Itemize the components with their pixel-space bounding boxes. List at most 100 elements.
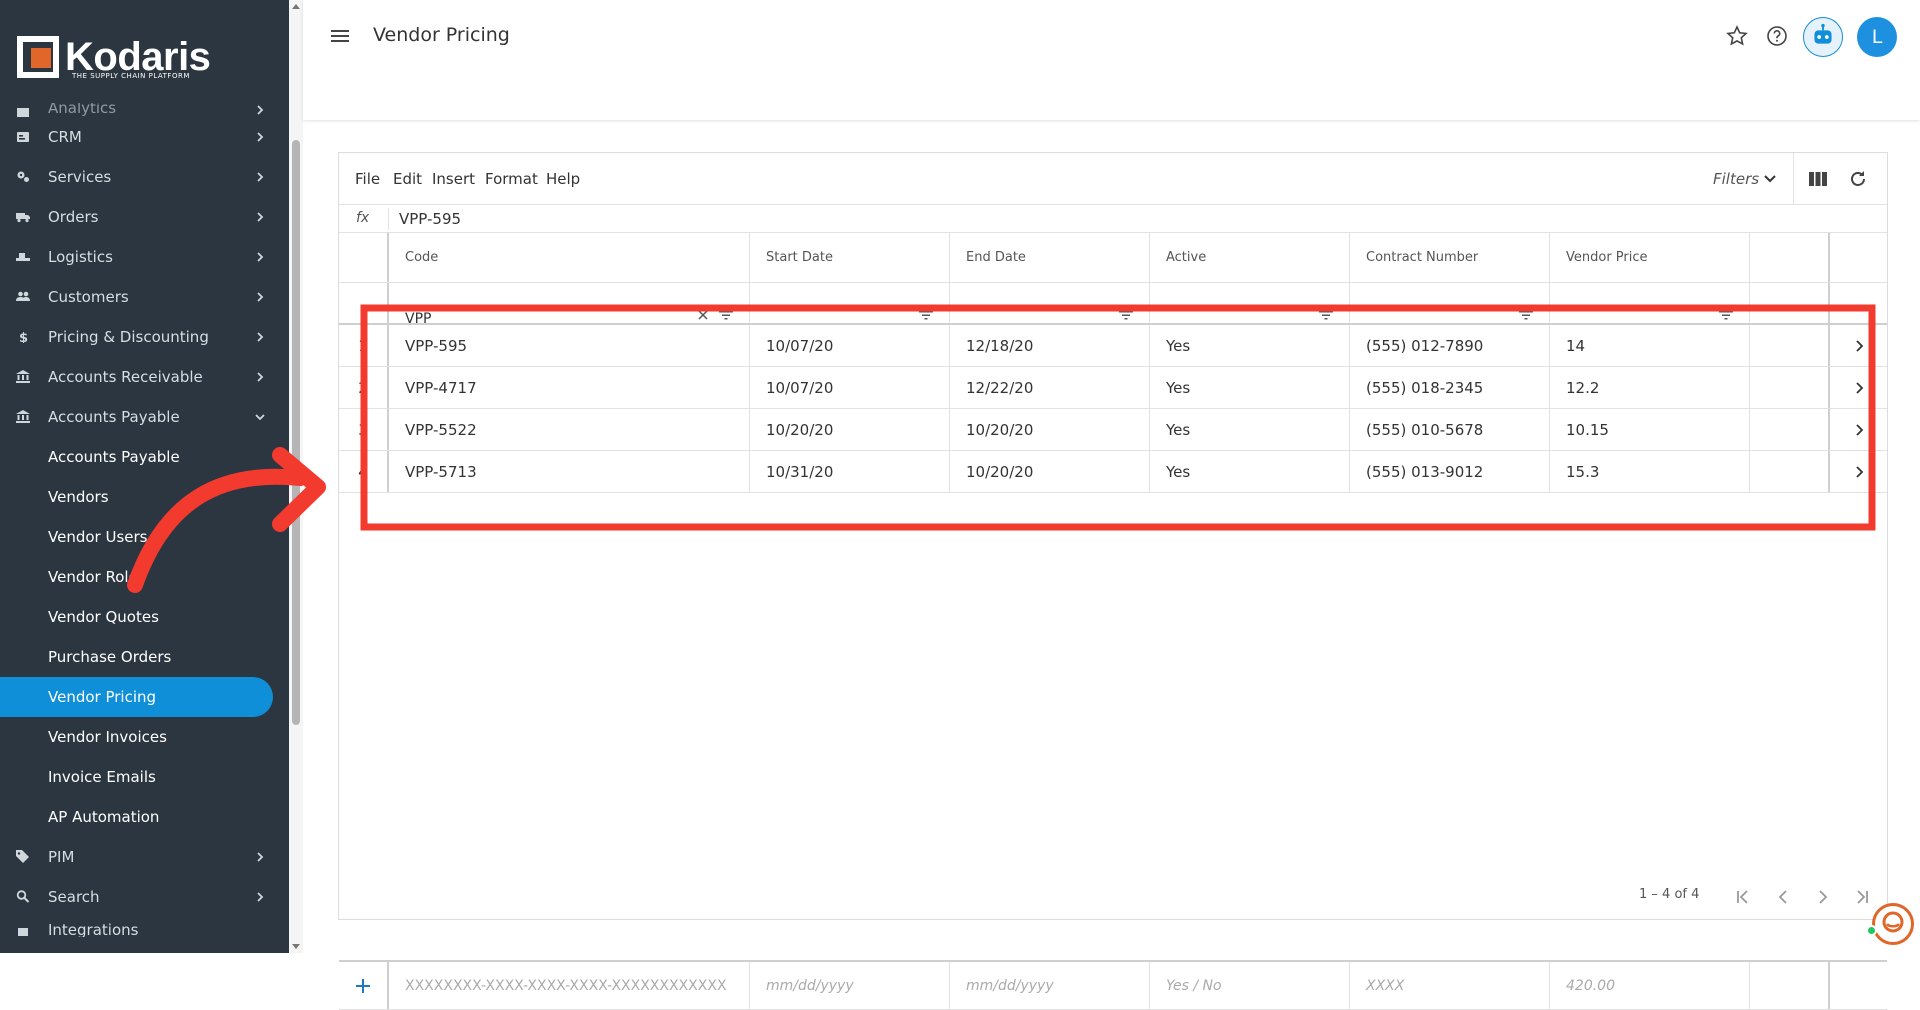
contract-number-cell[interactable]: (555) 012-7890: [1350, 325, 1550, 366]
contract-number-cell[interactable]: (555) 018-2345: [1350, 367, 1550, 408]
table-row[interactable]: 1 VPP-595 10/07/20 12/18/20 Yes (555) 01…: [339, 325, 1887, 367]
sidebar-subitem-vendor-users[interactable]: Vendor Users: [0, 517, 289, 557]
menu-edit[interactable]: Edit: [393, 170, 422, 188]
filter-icon[interactable]: [1319, 310, 1333, 320]
scroll-down-arrow-icon[interactable]: [292, 944, 300, 949]
filter-icon[interactable]: [1719, 310, 1733, 320]
sidebar-scrollbar[interactable]: [289, 0, 303, 953]
sidebar-item-logistics[interactable]: Logistics: [0, 237, 289, 277]
refresh-icon[interactable]: [1849, 170, 1867, 188]
menu-file[interactable]: File: [355, 170, 380, 188]
formula-value[interactable]: VPP-595: [399, 210, 461, 228]
start-date-cell[interactable]: 10/07/20: [750, 367, 950, 408]
sidebar-item-orders[interactable]: Orders: [0, 197, 289, 237]
code-cell[interactable]: VPP-595: [389, 325, 750, 366]
sidebar-item-search[interactable]: Search: [0, 877, 289, 917]
sidebar-subitem-vendor-roles[interactable]: Vendor Roles: [0, 557, 289, 597]
contract-number-cell[interactable]: (555) 013-9012: [1350, 451, 1550, 492]
row-open-button[interactable]: [1830, 451, 1888, 492]
filters-dropdown[interactable]: Filters: [1713, 170, 1759, 188]
new-contract-number-input[interactable]: XXXX: [1350, 962, 1550, 1009]
sidebar-item-analytics[interactable]: Analytics: [0, 103, 289, 117]
end-date-cell[interactable]: 10/20/20: [950, 409, 1150, 450]
assistant-button[interactable]: [1803, 17, 1843, 57]
sidebar-item-pim[interactable]: PIM: [0, 837, 289, 877]
contract-number-cell[interactable]: (555) 010-5678: [1350, 409, 1550, 450]
sidebar-item-accounts-receivable[interactable]: Accounts Receivable: [0, 357, 289, 397]
add-row-button[interactable]: [339, 962, 389, 1009]
new-end-date-input[interactable]: mm/dd/yyyy: [950, 962, 1150, 1009]
sidebar-subitem-accounts-payable[interactable]: Accounts Payable: [0, 437, 289, 477]
columns-icon[interactable]: [1809, 171, 1827, 187]
end-date-cell[interactable]: 12/18/20: [950, 325, 1150, 366]
menu-help[interactable]: Help: [546, 170, 580, 188]
start-date-cell[interactable]: 10/07/20: [750, 325, 950, 366]
vendor-price-cell[interactable]: 15.3: [1550, 451, 1750, 492]
filter-icon[interactable]: [1519, 310, 1533, 320]
start-date-cell[interactable]: 10/31/20: [750, 451, 950, 492]
active-filter-input[interactable]: [1150, 283, 1350, 323]
column-header-code[interactable]: Code: [389, 233, 750, 282]
last-page-icon[interactable]: [1851, 886, 1873, 908]
filter-icon[interactable]: [1119, 310, 1133, 320]
sidebar-subitem-purchase-orders[interactable]: Purchase Orders: [0, 637, 289, 677]
menu-format[interactable]: Format: [485, 170, 538, 188]
vendor-price-cell[interactable]: 10.15: [1550, 409, 1750, 450]
new-active-input[interactable]: Yes / No: [1150, 962, 1350, 1009]
sidebar-subitem-invoice-emails[interactable]: Invoice Emails: [0, 757, 289, 797]
next-page-icon[interactable]: [1812, 886, 1834, 908]
sidebar-item-crm[interactable]: CRM: [0, 117, 289, 157]
column-header-contract-number[interactable]: Contract Number: [1350, 233, 1550, 282]
row-open-button[interactable]: [1830, 409, 1888, 450]
row-open-button[interactable]: [1830, 367, 1888, 408]
star-icon[interactable]: [1726, 25, 1748, 47]
code-cell[interactable]: VPP-5522: [389, 409, 750, 450]
scroll-up-arrow-icon[interactable]: [292, 4, 300, 9]
table-row[interactable]: 2 VPP-4717 10/07/20 12/22/20 Yes (555) 0…: [339, 367, 1887, 409]
chat-widget-button[interactable]: [1872, 903, 1914, 945]
sidebar-subitem-vendors[interactable]: Vendors: [0, 477, 289, 517]
code-filter-input[interactable]: VPP: [389, 283, 750, 323]
sidebar-item-accounts-payable[interactable]: Accounts Payable: [0, 397, 289, 437]
sidebar-item-integrations[interactable]: Integrations: [0, 917, 289, 937]
active-cell[interactable]: Yes: [1150, 409, 1350, 450]
end-date-filter-input[interactable]: [950, 283, 1150, 323]
formula-bar[interactable]: fx VPP-595: [339, 205, 1887, 233]
table-row[interactable]: 4 VPP-5713 10/31/20 10/20/20 Yes (555) 0…: [339, 451, 1887, 493]
column-header-active[interactable]: Active: [1150, 233, 1350, 282]
sidebar-subitem-ap-automation[interactable]: AP Automation: [0, 797, 289, 837]
scrollbar-thumb[interactable]: [292, 140, 300, 725]
active-cell[interactable]: Yes: [1150, 367, 1350, 408]
sidebar-subitem-vendor-quotes[interactable]: Vendor Quotes: [0, 597, 289, 637]
contract-filter-input[interactable]: [1350, 283, 1550, 323]
column-header-start-date[interactable]: Start Date: [750, 233, 950, 282]
active-cell[interactable]: Yes: [1150, 325, 1350, 366]
user-avatar[interactable]: L: [1857, 17, 1897, 57]
vendor-price-filter-input[interactable]: [1550, 283, 1750, 323]
new-start-date-input[interactable]: mm/dd/yyyy: [750, 962, 950, 1009]
end-date-cell[interactable]: 10/20/20: [950, 451, 1150, 492]
sidebar-subitem-vendor-pricing[interactable]: Vendor Pricing: [0, 677, 273, 717]
column-header-end-date[interactable]: End Date: [950, 233, 1150, 282]
start-date-filter-input[interactable]: [750, 283, 950, 323]
sidebar-item-services[interactable]: Services: [0, 157, 289, 197]
vendor-price-cell[interactable]: 14: [1550, 325, 1750, 366]
sidebar-subitem-vendor-invoices[interactable]: Vendor Invoices: [0, 717, 289, 757]
row-open-button[interactable]: [1830, 325, 1888, 366]
first-page-icon[interactable]: [1732, 886, 1754, 908]
new-code-input[interactable]: XXXXXXXX-XXXX-XXXX-XXXX-XXXXXXXXXXXX: [389, 962, 750, 1009]
clear-filter-icon[interactable]: [697, 309, 709, 321]
previous-page-icon[interactable]: [1772, 886, 1794, 908]
new-vendor-price-input[interactable]: 420.00: [1550, 962, 1750, 1009]
start-date-cell[interactable]: 10/20/20: [750, 409, 950, 450]
end-date-cell[interactable]: 12/22/20: [950, 367, 1150, 408]
filter-icon[interactable]: [919, 310, 933, 320]
active-cell[interactable]: Yes: [1150, 451, 1350, 492]
sidebar-item-pricing[interactable]: $ Pricing & Discounting: [0, 317, 289, 357]
code-cell[interactable]: VPP-4717: [389, 367, 750, 408]
chevron-down-icon[interactable]: [1763, 173, 1777, 185]
column-header-vendor-price[interactable]: Vendor Price: [1550, 233, 1750, 282]
help-icon[interactable]: [1766, 25, 1788, 47]
filter-icon[interactable]: [719, 310, 733, 320]
code-cell[interactable]: VPP-5713: [389, 451, 750, 492]
